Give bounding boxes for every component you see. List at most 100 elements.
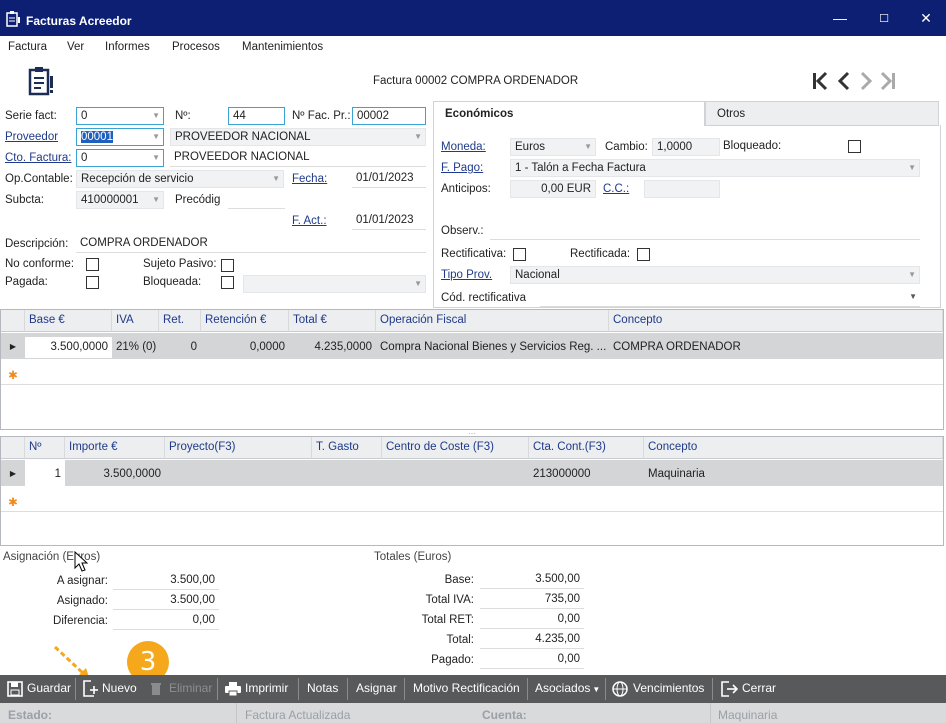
cerrar-button[interactable]: Cerrar [742, 681, 776, 695]
total-ret-label: Total RET: [421, 614, 474, 626]
cell-importe[interactable]: 3.500,0000 [65, 464, 165, 484]
descripcion-field[interactable]: COMPRA ORDENADOR [76, 235, 426, 253]
rectificativa-checkbox[interactable] [513, 248, 526, 261]
fpago-field[interactable]: 1 - Talón a Fecha Factura ▼ [510, 159, 920, 177]
cc-link[interactable]: C.C.: [603, 183, 629, 195]
cell-tgasto[interactable] [312, 464, 382, 472]
guardar-button[interactable]: Guardar [27, 681, 71, 695]
noconforme-checkbox[interactable] [86, 258, 99, 271]
fact-link[interactable]: F. Act.: [292, 215, 327, 227]
exit-icon [721, 681, 739, 697]
tipoprov-link[interactable]: Tipo Prov. [441, 269, 492, 281]
menu-ver[interactable]: Ver [67, 41, 84, 53]
cell-total[interactable]: 4.235,0000 [289, 337, 376, 357]
col-ret[interactable]: Ret. [159, 310, 201, 332]
col-concepto2[interactable]: Concepto [644, 437, 943, 459]
table-row[interactable]: ▶ 1 3.500,0000 213000000 Maquinaria [1, 460, 943, 486]
moneda-link[interactable]: Moneda: [441, 141, 486, 153]
col-retencion[interactable]: Retención € [201, 310, 289, 332]
cell-retencion[interactable]: 0,0000 [201, 337, 289, 357]
codrect-field[interactable]: ▼ [540, 289, 920, 307]
cell-concepto[interactable]: COMPRA ORDENADOR [609, 337, 943, 357]
tab-otros[interactable]: Otros [705, 101, 939, 126]
eliminar-button[interactable]: Eliminar [169, 681, 212, 695]
serie-field[interactable]: 0 ▼ [76, 107, 164, 125]
col-tgasto[interactable]: T. Gasto [312, 437, 382, 459]
cell-ret[interactable]: 0 [159, 337, 201, 357]
next-record-icon[interactable] [860, 71, 873, 91]
observ-label: Observ.: [441, 225, 484, 237]
pagada-checkbox[interactable] [86, 276, 99, 289]
cell-concepto2[interactable]: Maquinaria [644, 464, 943, 484]
cc-field[interactable] [644, 180, 720, 198]
col-iva[interactable]: IVA [112, 310, 159, 332]
col-base[interactable]: Base € [25, 310, 112, 332]
vencimientos-button[interactable]: Vencimientos [633, 681, 704, 695]
menu-procesos[interactable]: Procesos [172, 41, 220, 53]
cell-base[interactable]: 3.500,0000 [25, 337, 112, 358]
bloqueada-checkbox[interactable] [221, 276, 234, 289]
opcont-field[interactable]: Recepción de servicio ▼ [76, 170, 284, 188]
proveedor-field[interactable]: 00001 ▼ [76, 128, 164, 146]
close-button[interactable]: ✕ [916, 10, 936, 27]
col-proyecto[interactable]: Proyecto(F3) [165, 437, 312, 459]
fecha-link[interactable]: Fecha: [292, 173, 327, 185]
bloqueado-checkbox[interactable] [848, 140, 861, 153]
cto-factura-field[interactable]: 0 ▼ [76, 149, 164, 167]
previous-record-icon[interactable] [837, 71, 850, 91]
rectificada-checkbox[interactable] [637, 248, 650, 261]
cell-iva[interactable]: 21% (0) [112, 337, 159, 357]
proveedor-name-field[interactable]: PROVEEDOR NACIONAL ▼ [170, 128, 426, 146]
last-record-icon[interactable] [880, 71, 895, 91]
menu-factura[interactable]: Factura [8, 41, 47, 53]
col-total[interactable]: Total € [289, 310, 376, 332]
cell-proyecto[interactable] [165, 464, 312, 472]
bloqueada-motivo-field[interactable]: ▼ [243, 275, 426, 293]
precodig-field[interactable] [228, 191, 285, 209]
new-row[interactable]: ✱ [1, 359, 943, 385]
total-base-value: 3.500,00 [480, 571, 584, 589]
cell-numero[interactable]: 1 [25, 460, 65, 486]
cambio-field[interactable]: 1,0000 [652, 138, 720, 156]
cell-operacion[interactable]: Compra Nacional Bienes y Servicios Reg. … [376, 337, 609, 357]
asociados-button[interactable]: Asociados ▼ [535, 681, 600, 695]
cto-factura-link[interactable]: Cto. Factura: [5, 152, 71, 164]
menu-informes[interactable]: Informes [105, 41, 150, 53]
numero-field[interactable]: 44 [228, 107, 285, 125]
estado-label: Estado: [8, 708, 53, 722]
col-operacion[interactable]: Operación Fiscal [376, 310, 609, 332]
nuevo-button[interactable]: Nuevo [102, 681, 137, 695]
cell-centro-coste[interactable] [382, 464, 529, 472]
moneda-field[interactable]: Euros ▼ [510, 138, 596, 156]
motivo-rectificacion-button[interactable]: Motivo Rectificación [413, 681, 520, 695]
imputacion-grid: Nº Importe € Proyecto(F3) T. Gasto Centr… [0, 436, 944, 546]
fpago-link[interactable]: F. Pago: [441, 162, 483, 174]
tab-economicos[interactable]: Económicos [433, 101, 705, 126]
subcta-field[interactable]: 410000001 ▼ [76, 191, 164, 209]
table-row[interactable]: ▶ 3.500,0000 21% (0) 0 0,0000 4.235,0000… [1, 333, 943, 359]
sujeto-checkbox[interactable] [221, 259, 234, 272]
nfac-field[interactable]: 00002 [352, 107, 426, 125]
notas-button[interactable]: Notas [307, 681, 338, 695]
observ-field[interactable] [490, 222, 920, 240]
imprimir-button[interactable]: Imprimir [245, 681, 288, 695]
minimize-button[interactable]: — [830, 10, 850, 26]
col-concepto[interactable]: Concepto [609, 310, 943, 332]
first-record-icon[interactable] [813, 71, 828, 91]
maximize-button[interactable]: ☐ [874, 12, 894, 25]
col-numero[interactable]: Nº [25, 437, 65, 459]
asignar-button[interactable]: Asignar [356, 681, 397, 695]
new-row[interactable]: ✱ [1, 486, 943, 512]
menu-mantenimientos[interactable]: Mantenimientos [242, 41, 323, 53]
col-importe[interactable]: Importe € [65, 437, 165, 459]
cell-cta-cont[interactable]: 213000000 [529, 464, 644, 484]
grid-corner [1, 437, 25, 459]
fecha-field[interactable]: 01/01/2023 [352, 170, 426, 188]
anticipos-field[interactable]: 0,00 EUR [510, 180, 596, 198]
fact-field[interactable]: 01/01/2023 [352, 212, 426, 230]
col-cta-cont[interactable]: Cta. Cont.(F3) [529, 437, 644, 459]
proveedor-link[interactable]: Proveedor [5, 131, 58, 143]
total-label: Total: [446, 634, 475, 646]
col-centro-coste[interactable]: Centro de Coste (F3) [382, 437, 529, 459]
tipoprov-field[interactable]: Nacional ▼ [510, 266, 920, 284]
